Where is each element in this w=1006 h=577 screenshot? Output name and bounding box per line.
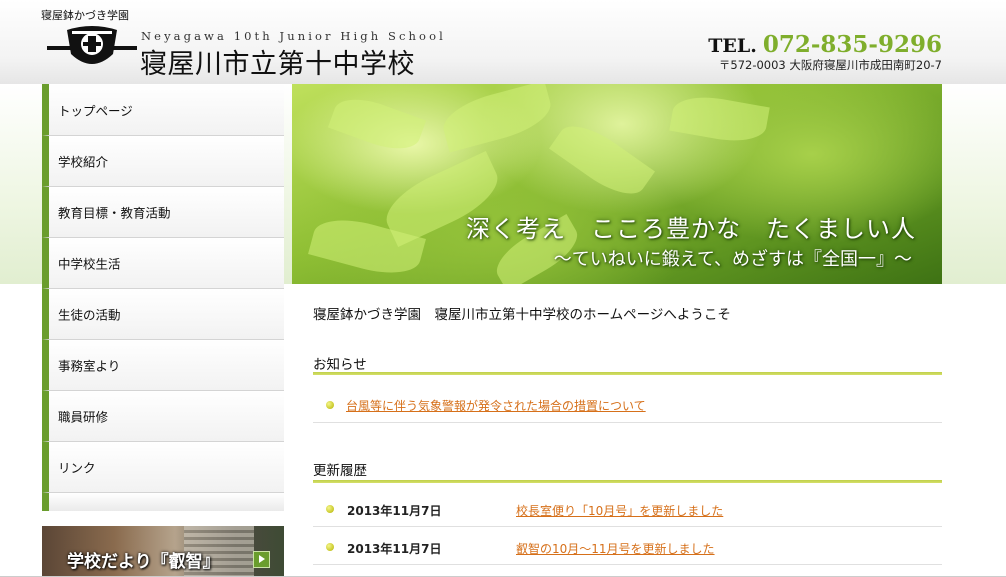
newsletter-banner[interactable]: 学校だより『叡智』 xyxy=(42,526,284,577)
sidebar-item-links[interactable]: リンク xyxy=(42,442,284,493)
sidebar-item-label: 事務室より xyxy=(58,358,121,374)
bullet-icon xyxy=(326,505,334,513)
notices-divider xyxy=(313,372,942,375)
sidebar-item-label: リンク xyxy=(58,460,96,476)
history-title: 更新履歴 xyxy=(313,463,367,479)
sidebar-item-label: 中学校生活 xyxy=(58,256,121,272)
school-name-english: Neyagawa 10th Junior High School xyxy=(141,29,446,43)
history-date: 2013年11月7日 xyxy=(347,542,442,556)
history-date: 2013年11月7日 xyxy=(347,504,442,518)
sidebar-footer xyxy=(42,493,284,511)
phone-block: TEL. 072-835-9296 xyxy=(708,31,942,58)
sidebar-item-label: 教育目標・教育活動 xyxy=(58,205,171,221)
tel-number: 072-835-9296 xyxy=(762,31,942,58)
history-link[interactable]: 校長室便り「10月号」を更新しました xyxy=(516,502,723,519)
tel-label: TEL. xyxy=(708,35,757,57)
sidebar-item-label: トップページ xyxy=(58,103,133,118)
sidebar-item-school-life[interactable]: 中学校生活 xyxy=(42,238,284,289)
sidebar-item-office[interactable]: 事務室より xyxy=(42,340,284,391)
notice-link[interactable]: 台風等に伴う気象警報が発令された場合の措置について xyxy=(346,397,646,414)
list-item: 台風等に伴う気象警報が発令された場合の措置について xyxy=(313,388,942,423)
list-item: 2013年11月7日 叡智の10月～11月号を更新しました xyxy=(313,530,942,565)
sidebar-item-education-goals[interactable]: 教育目標・教育活動 xyxy=(42,187,284,238)
sidebar-item-label: 職員研修 xyxy=(58,409,109,425)
sidebar-item-label: 生徒の活動 xyxy=(58,307,121,323)
history-link[interactable]: 叡智の10月～11月号を更新しました xyxy=(516,540,715,557)
hero-slogan: 深く考え こころ豊かな たくましい人 xyxy=(466,215,916,243)
school-crest-icon[interactable] xyxy=(47,24,137,72)
school-address: 〒572-0003 大阪府寝屋川市成田南町20-7 xyxy=(718,58,942,72)
list-item: 2013年11月7日 校長室便り「10月号」を更新しました xyxy=(313,492,942,527)
welcome-message: 寝屋鉢かづき学園 寝屋川市立第十中学校のホームページへようこそ xyxy=(313,307,731,323)
banner-label: 学校だより『叡智』 xyxy=(67,552,220,572)
sidebar-item-school-intro[interactable]: 学校紹介 xyxy=(42,136,284,187)
hero-subslogan: ～ていねいに鍛えて、めざすは『全国一』～ xyxy=(553,249,912,270)
school-name-japanese: 寝屋川市立第十中学校 xyxy=(140,49,415,80)
bullet-icon xyxy=(326,401,334,409)
hero-image: 深く考え こころ豊かな たくましい人 ～ていねいに鍛えて、めざすは『全国一』～ xyxy=(292,84,942,284)
sidebar-nav: トップページ 学校紹介 教育目標・教育活動 中学校生活 生徒の活動 事務室より … xyxy=(42,84,284,511)
sidebar-item-label: 学校紹介 xyxy=(58,154,109,170)
arrow-right-icon xyxy=(253,551,270,568)
site-tagline: 寝屋鉢かづき学園 xyxy=(41,9,129,22)
sidebar-item-top[interactable]: トップページ xyxy=(42,84,284,136)
bullet-icon xyxy=(326,543,334,551)
sidebar-item-student-activities[interactable]: 生徒の活動 xyxy=(42,289,284,340)
sidebar-item-staff-training[interactable]: 職員研修 xyxy=(42,391,284,442)
notices-title: お知らせ xyxy=(313,357,367,373)
history-divider xyxy=(313,480,942,483)
